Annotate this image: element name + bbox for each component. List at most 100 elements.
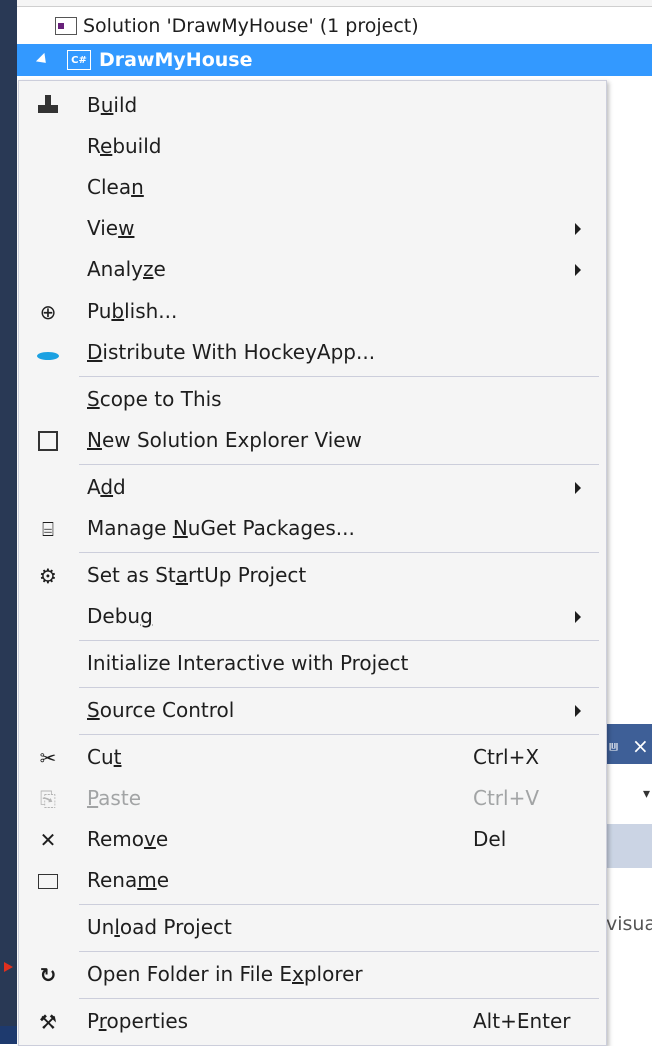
close-icon[interactable]: ×: [632, 734, 649, 758]
menu-item-source-control[interactable]: Source Control: [19, 691, 606, 731]
label-part: Open Folder in File E: [87, 962, 292, 986]
access-key: w: [118, 216, 135, 240]
background-partial-text: visua: [606, 913, 652, 935]
hockeyapp-icon: [36, 341, 60, 365]
submenu-arrow-icon: [575, 223, 581, 235]
menu-separator: [79, 552, 599, 553]
menu-item-label: Properties: [87, 1009, 188, 1033]
label-part: Remo: [87, 827, 145, 851]
menu-item-build[interactable]: Build: [19, 86, 606, 126]
label-part: plorer: [303, 962, 363, 986]
submenu-arrow-icon: [575, 611, 581, 623]
menu-item-label: Remove: [87, 827, 168, 851]
menu-item-shortcut: Del: [473, 827, 507, 851]
red-pointer-mark: [4, 962, 13, 972]
menu-item-label: Publish...: [87, 299, 177, 323]
menu-item-rebuild[interactable]: Rebuild: [19, 127, 606, 167]
nuget-icon: ⌸: [42, 517, 54, 541]
label-part: cope to This: [99, 387, 222, 411]
expand-collapse-icon[interactable]: [35, 52, 51, 68]
menu-separator: [79, 951, 599, 952]
menu-item-properties[interactable]: ⚒ Properties Alt+Enter: [19, 1002, 606, 1042]
menu-separator: [79, 376, 599, 377]
menu-item-label: Open Folder in File Explorer: [87, 962, 363, 986]
menu-item-startup[interactable]: ⚙ Set as StartUp Project: [19, 556, 606, 596]
menu-item-nuget[interactable]: ⌸ Manage NuGet Packages...: [19, 509, 606, 549]
access-key: N: [87, 428, 102, 452]
access-key: S: [87, 698, 100, 722]
open-folder-arrow-icon: ↻: [39, 963, 57, 987]
submenu-arrow-icon: [575, 482, 581, 494]
new-solution-view-icon: [36, 429, 60, 453]
pane-top-border: [17, 0, 652, 7]
background-selected-band: [604, 824, 652, 868]
menu-separator: [79, 640, 599, 641]
label-part: e: [156, 868, 170, 892]
label-part: Cu: [87, 745, 114, 769]
menu-item-rename[interactable]: Rename: [19, 861, 606, 901]
access-key: r: [98, 1009, 107, 1033]
access-key: S: [87, 387, 100, 411]
menu-item-distribute[interactable]: Distribute With HockeyApp...: [19, 333, 606, 373]
label-part: Pu: [87, 299, 112, 323]
menu-item-remove[interactable]: ✕ Remove Del: [19, 820, 606, 860]
menu-item-debug[interactable]: Debug: [19, 597, 606, 637]
label-part: A: [87, 475, 101, 499]
menu-item-label: Rebuild: [87, 134, 162, 158]
access-key: z: [143, 257, 154, 281]
label-part: ource Control: [99, 698, 235, 722]
label-part: Clea: [87, 175, 132, 199]
access-key: a: [175, 563, 189, 587]
wrench-icon: ⚒: [39, 1010, 57, 1034]
remove-x-icon: ✕: [39, 828, 57, 852]
pin-icon[interactable]: ⩏: [609, 736, 618, 756]
menu-item-label: Manage NuGet Packages...: [87, 516, 355, 540]
menu-item-shortcut: Ctrl+V: [473, 786, 540, 810]
menu-item-interactive[interactable]: Initialize Interactive with Project: [19, 644, 606, 684]
label-part: ew Solution Explorer View: [101, 428, 362, 452]
menu-item-add[interactable]: Add: [19, 468, 606, 508]
label-part: Rena: [87, 868, 138, 892]
access-key: x: [292, 962, 304, 986]
menu-item-shortcut: Alt+Enter: [473, 1009, 571, 1033]
menu-item-label: Analyze: [87, 257, 166, 281]
menu-item-view[interactable]: View: [19, 209, 606, 249]
access-key: m: [137, 868, 157, 892]
label-part: uGet Packages...: [187, 516, 355, 540]
left-window-edge: [0, 0, 17, 1044]
solution-icon: [55, 17, 77, 35]
tree-item-solution[interactable]: Solution 'DrawMyHouse' (1 project): [17, 10, 652, 42]
menu-item-label: Rename: [87, 868, 169, 892]
label-part: lish...: [124, 299, 178, 323]
label-part: Debu: [87, 604, 141, 628]
label-part: Set as St: [87, 563, 176, 587]
menu-item-analyze[interactable]: Analyze: [19, 250, 606, 290]
project-label: DrawMyHouse: [99, 49, 253, 71]
chevron-down-icon[interactable]: ▾: [643, 786, 650, 802]
menu-item-scope[interactable]: Scope to This: [19, 380, 606, 420]
access-key: t: [113, 745, 122, 769]
menu-item-label: Set as StartUp Project: [87, 563, 306, 587]
menu-item-label: Initialize Interactive with Project: [87, 651, 408, 675]
menu-item-new-view[interactable]: New Solution Explorer View: [19, 421, 606, 461]
menu-item-clean[interactable]: Clean: [19, 168, 606, 208]
menu-item-open-folder[interactable]: ↻ Open Folder in File Explorer: [19, 955, 606, 995]
menu-item-unload[interactable]: Unload Project: [19, 908, 606, 948]
menu-item-label: Paste: [87, 786, 141, 810]
access-key: u: [100, 93, 114, 117]
scissors-icon: ✂: [39, 746, 57, 770]
submenu-arrow-icon: [575, 705, 581, 717]
label-part: operties: [106, 1009, 189, 1033]
label-part: d: [113, 475, 126, 499]
menu-item-publish[interactable]: ⊕ Publish...: [19, 292, 606, 332]
menu-item-label: Distribute With HockeyApp...: [87, 340, 375, 364]
tree-item-project[interactable]: C# DrawMyHouse: [17, 44, 652, 76]
solution-label: Solution 'DrawMyHouse' (1 project): [83, 15, 419, 37]
menu-item-shortcut: Ctrl+X: [473, 745, 540, 769]
menu-item-cut[interactable]: ✂ Cut Ctrl+X: [19, 738, 606, 778]
menu-item-label: New Solution Explorer View: [87, 428, 362, 452]
access-key: g: [140, 604, 153, 628]
access-key: n: [131, 175, 144, 199]
label-part: rtUp Project: [188, 563, 307, 587]
menu-item-paste[interactable]: ⎘ Paste Ctrl+V: [19, 779, 606, 819]
